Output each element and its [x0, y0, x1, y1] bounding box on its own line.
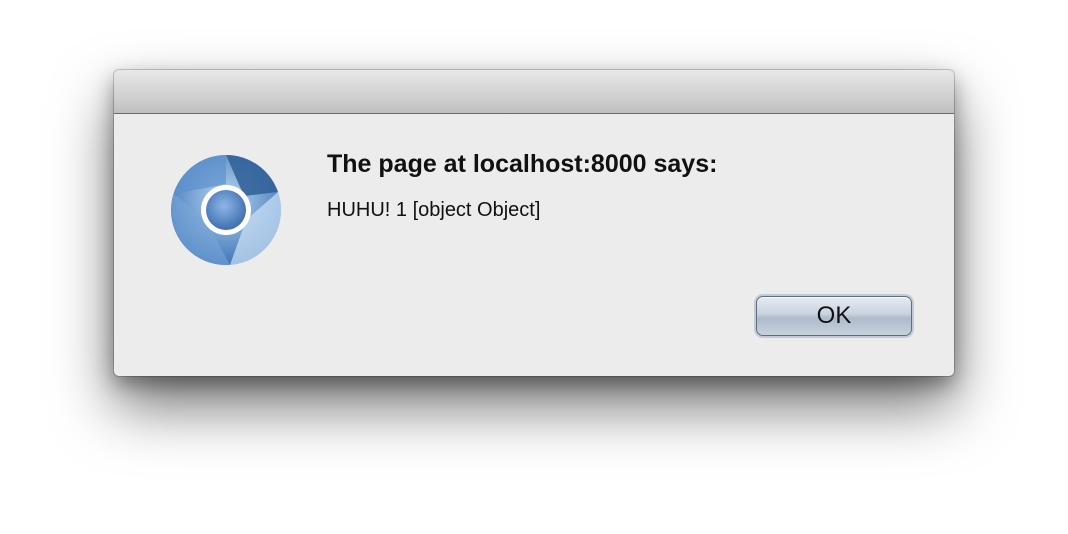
dialog-titlebar[interactable]: [114, 70, 954, 114]
ok-button[interactable]: OK: [756, 296, 912, 336]
chromium-logo-icon: [171, 155, 282, 266]
dialog-message: HUHU! 1 [object Object]: [327, 199, 541, 221]
screen: The page at localhost:8000 says: HUHU! 1…: [0, 0, 1068, 534]
alert-dialog: The page at localhost:8000 says: HUHU! 1…: [114, 70, 954, 376]
dialog-title: The page at localhost:8000 says:: [327, 150, 718, 178]
